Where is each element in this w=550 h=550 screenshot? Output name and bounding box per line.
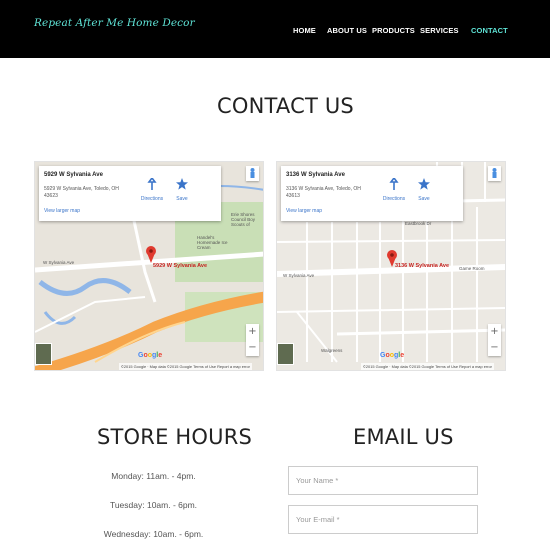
map-2-satellite-thumbnail[interactable] [277,343,294,365]
map-1-road-label: W Sylvania Ave [43,260,75,265]
nav-services[interactable]: SERVICES [420,26,459,35]
map-2-save-label: Save [418,196,430,202]
directions-icon [389,178,399,190]
email-field[interactable] [288,505,478,534]
map-2-pegman-icon[interactable] [488,166,501,181]
directions-icon [147,178,157,190]
hours-monday: Monday: 11am. - 4pm. [111,471,196,481]
email-title: EMAIL US [353,425,454,449]
google-logo: Google [380,352,405,359]
map-2-pin-label: 3136 W Sylvania Ave [395,263,450,269]
map-1-place-label: Handel's Homemade Ice Cream [197,235,228,250]
map-2-eastbrook-label: Eastbrook Dr [405,221,432,226]
map-1-info-card: 5929 W Sylvania Ave 5929 W Sylvania Ave,… [39,166,221,221]
map-2-info-card: 3136 W Sylvania Ave 3136 W Sylvania Ave,… [281,166,463,221]
nav-home[interactable]: HOME [293,26,316,35]
map-1-directions-label: Directions [140,196,164,202]
name-field[interactable] [288,466,478,495]
map-2-game-room-label: Game Room [459,266,485,271]
zoom-in-icon[interactable]: + [488,324,501,340]
map-1-pegman-icon[interactable] [246,166,259,181]
hours-tuesday: Tuesday: 10am. - 6pm. [109,500,198,510]
star-icon [418,178,430,190]
map-1-view-larger-link[interactable]: View larger map [44,208,80,214]
map-2-attribution[interactable]: ©2015 Google · Map data ©2015 Google Ter… [361,363,494,370]
zoom-out-icon[interactable]: − [246,340,259,356]
map-2-view-larger-link[interactable]: View larger map [286,208,322,214]
map-1-zoom-control: + − [246,324,259,356]
hours-wednesday: Wednesday: 10am. - 6pm. [103,529,204,539]
map-store-1[interactable]: 5929 W Sylvania Ave W Sylvania Ave Hande… [34,161,264,371]
top-navbar: Repeat After Me Home Decor HOME ABOUT US… [0,0,550,58]
map-2-walgreens-label: Walgreens [321,348,343,353]
map-2-address: 3136 W Sylvania Ave, Toledo, OH 43613 [286,186,361,199]
map-1-title: 5929 W Sylvania Ave [44,172,103,178]
map-2-save-button[interactable]: Save [413,174,435,204]
map-1-directions-button[interactable]: Directions [137,174,167,204]
map-store-2[interactable]: 3136 W Sylvania Ave W Sylvania Ave Eastb… [276,161,506,371]
nav-about-us[interactable]: ABOUT US [327,26,367,35]
map-1-save-label: Save [176,196,188,202]
map-1-attribution[interactable]: ©2015 Google · Map data ©2015 Google Ter… [119,363,252,370]
contact-title: CONTACT US [217,94,354,118]
nav-products[interactable]: PRODUCTS [372,26,415,35]
zoom-out-icon[interactable]: − [488,340,501,356]
brand-logo[interactable]: Repeat After Me Home Decor [34,17,195,29]
map-2-zoom-control: + − [488,324,501,356]
map-2-directions-button[interactable]: Directions [379,174,409,204]
map-1-satellite-thumbnail[interactable] [35,343,52,365]
map-1-save-button[interactable]: Save [171,174,193,204]
map-1-address: 5929 W Sylvania Ave, Toledo, OH 43623 [44,186,119,199]
store-hours-title: STORE HOURS [97,425,253,449]
map-1-pin-label: 5929 W Sylvania Ave [153,263,208,269]
map-2-directions-label: Directions [382,196,406,202]
map-2-title: 3136 W Sylvania Ave [286,172,345,178]
nav-contact[interactable]: CONTACT [471,26,508,35]
zoom-in-icon[interactable]: + [246,324,259,340]
star-icon [176,178,188,190]
map-1-place-label-2: Erie Shores Council Boy Scouts of [231,212,256,227]
google-logo: Google [138,352,163,359]
map-2-road-label: W Sylvania Ave [283,273,315,278]
